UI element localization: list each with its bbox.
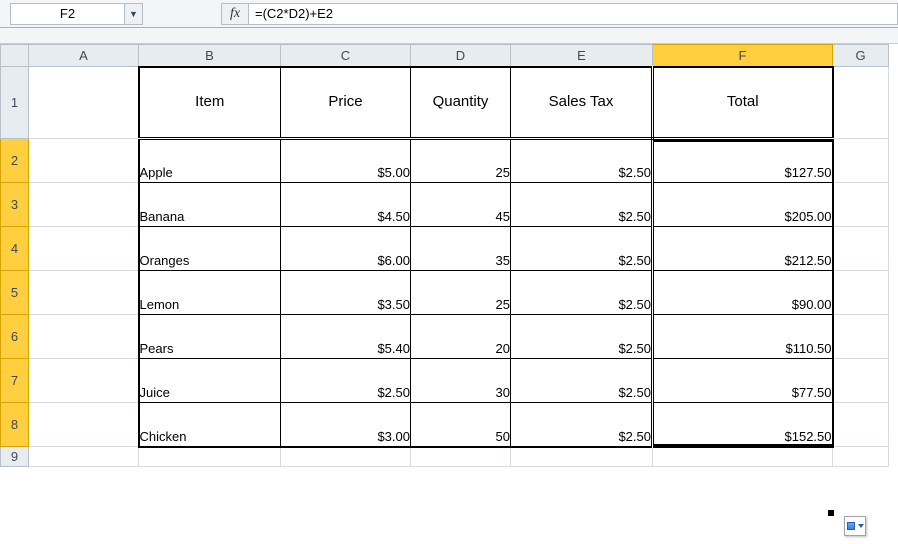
cell-C6[interactable]: $5.40 xyxy=(281,315,411,359)
cell-F9[interactable] xyxy=(653,447,833,467)
cell-A6[interactable] xyxy=(29,315,139,359)
cell-E9[interactable] xyxy=(511,447,653,467)
cell-D6[interactable]: 20 xyxy=(411,315,511,359)
row-header-9[interactable]: 9 xyxy=(1,447,29,467)
cell-F8[interactable]: $152.50 xyxy=(653,403,833,447)
cell-C2[interactable]: $5.00 xyxy=(281,139,411,183)
cell-B6[interactable]: Pears xyxy=(139,315,281,359)
name-box[interactable]: F2 xyxy=(10,3,125,25)
col-header-F[interactable]: F xyxy=(653,45,833,67)
row-header-5[interactable]: 5 xyxy=(1,271,29,315)
cell-B5[interactable]: Lemon xyxy=(139,271,281,315)
cell-G3[interactable] xyxy=(833,183,889,227)
row-header-2[interactable]: 2 xyxy=(1,139,29,183)
cell-F2[interactable]: $127.50 xyxy=(653,139,833,183)
formula-input[interactable]: =(C2*D2)+E2 xyxy=(249,3,898,25)
cell-C1[interactable]: Price xyxy=(281,67,411,139)
cell-E8[interactable]: $2.50 xyxy=(511,403,653,447)
row-header-6[interactable]: 6 xyxy=(1,315,29,359)
cell-E7[interactable]: $2.50 xyxy=(511,359,653,403)
cell-G5[interactable] xyxy=(833,271,889,315)
cell-F4[interactable]: $212.50 xyxy=(653,227,833,271)
cell-D3[interactable]: 45 xyxy=(411,183,511,227)
cell-B9[interactable] xyxy=(139,447,281,467)
col-header-C[interactable]: C xyxy=(281,45,411,67)
cell-A9[interactable] xyxy=(29,447,139,467)
col-header-B[interactable]: B xyxy=(139,45,281,67)
cell-B4[interactable]: Oranges xyxy=(139,227,281,271)
cell-B1[interactable]: Item xyxy=(139,67,281,139)
row-header-4[interactable]: 4 xyxy=(1,227,29,271)
cell-F6[interactable]: $110.50 xyxy=(653,315,833,359)
cell-A1[interactable] xyxy=(29,67,139,139)
row-header-1[interactable]: 1 xyxy=(1,67,29,139)
cell-G1[interactable] xyxy=(833,67,889,139)
col-header-D[interactable]: D xyxy=(411,45,511,67)
chevron-down-icon xyxy=(858,524,864,528)
cell-C7[interactable]: $2.50 xyxy=(281,359,411,403)
cell-E1[interactable]: Sales Tax xyxy=(511,67,653,139)
cell-A8[interactable] xyxy=(29,403,139,447)
cell-E4[interactable]: $2.50 xyxy=(511,227,653,271)
select-all-corner[interactable] xyxy=(1,45,29,67)
cell-A5[interactable] xyxy=(29,271,139,315)
fx-icon[interactable]: fx xyxy=(221,3,249,25)
sheet-table: A B C D E F G 1 Item Price Quantity Sale… xyxy=(0,44,889,467)
col-header-A[interactable]: A xyxy=(29,45,139,67)
cell-B3[interactable]: Banana xyxy=(139,183,281,227)
cell-C9[interactable] xyxy=(281,447,411,467)
row-header-8[interactable]: 8 xyxy=(1,403,29,447)
cell-G8[interactable] xyxy=(833,403,889,447)
cell-D4[interactable]: 35 xyxy=(411,227,511,271)
cell-B2[interactable]: Apple xyxy=(139,139,281,183)
cell-G2[interactable] xyxy=(833,139,889,183)
cell-E3[interactable]: $2.50 xyxy=(511,183,653,227)
name-box-dropdown-icon[interactable]: ▼ xyxy=(125,3,143,25)
cell-G7[interactable] xyxy=(833,359,889,403)
ribbon-spacer xyxy=(0,28,898,44)
cell-E2[interactable]: $2.50 xyxy=(511,139,653,183)
cell-D1[interactable]: Quantity xyxy=(411,67,511,139)
cell-D5[interactable]: 25 xyxy=(411,271,511,315)
col-header-E[interactable]: E xyxy=(511,45,653,67)
cell-A2[interactable] xyxy=(29,139,139,183)
autofill-options-button[interactable] xyxy=(844,516,866,536)
cell-F5[interactable]: $90.00 xyxy=(653,271,833,315)
cell-E5[interactable]: $2.50 xyxy=(511,271,653,315)
cell-C3[interactable]: $4.50 xyxy=(281,183,411,227)
row-header-7[interactable]: 7 xyxy=(1,359,29,403)
cell-F7[interactable]: $77.50 xyxy=(653,359,833,403)
cell-F3[interactable]: $205.00 xyxy=(653,183,833,227)
cell-B7[interactable]: Juice xyxy=(139,359,281,403)
cell-D9[interactable] xyxy=(411,447,511,467)
cell-D8[interactable]: 50 xyxy=(411,403,511,447)
col-header-G[interactable]: G xyxy=(833,45,889,67)
cell-D2[interactable]: 25 xyxy=(411,139,511,183)
cell-C5[interactable]: $3.50 xyxy=(281,271,411,315)
autofill-icon xyxy=(847,522,855,530)
cell-F1[interactable]: Total xyxy=(653,67,833,139)
cell-A3[interactable] xyxy=(29,183,139,227)
cell-G6[interactable] xyxy=(833,315,889,359)
cell-E6[interactable]: $2.50 xyxy=(511,315,653,359)
cell-A4[interactable] xyxy=(29,227,139,271)
cell-G4[interactable] xyxy=(833,227,889,271)
worksheet-grid: A B C D E F G 1 Item Price Quantity Sale… xyxy=(0,44,898,467)
cell-D7[interactable]: 30 xyxy=(411,359,511,403)
formula-bar: F2 ▼ fx =(C2*D2)+E2 xyxy=(0,0,898,28)
cell-A7[interactable] xyxy=(29,359,139,403)
cell-B8[interactable]: Chicken xyxy=(139,403,281,447)
fill-handle[interactable] xyxy=(828,510,834,516)
cell-C4[interactable]: $6.00 xyxy=(281,227,411,271)
row-header-3[interactable]: 3 xyxy=(1,183,29,227)
cell-G9[interactable] xyxy=(833,447,889,467)
cell-C8[interactable]: $3.00 xyxy=(281,403,411,447)
